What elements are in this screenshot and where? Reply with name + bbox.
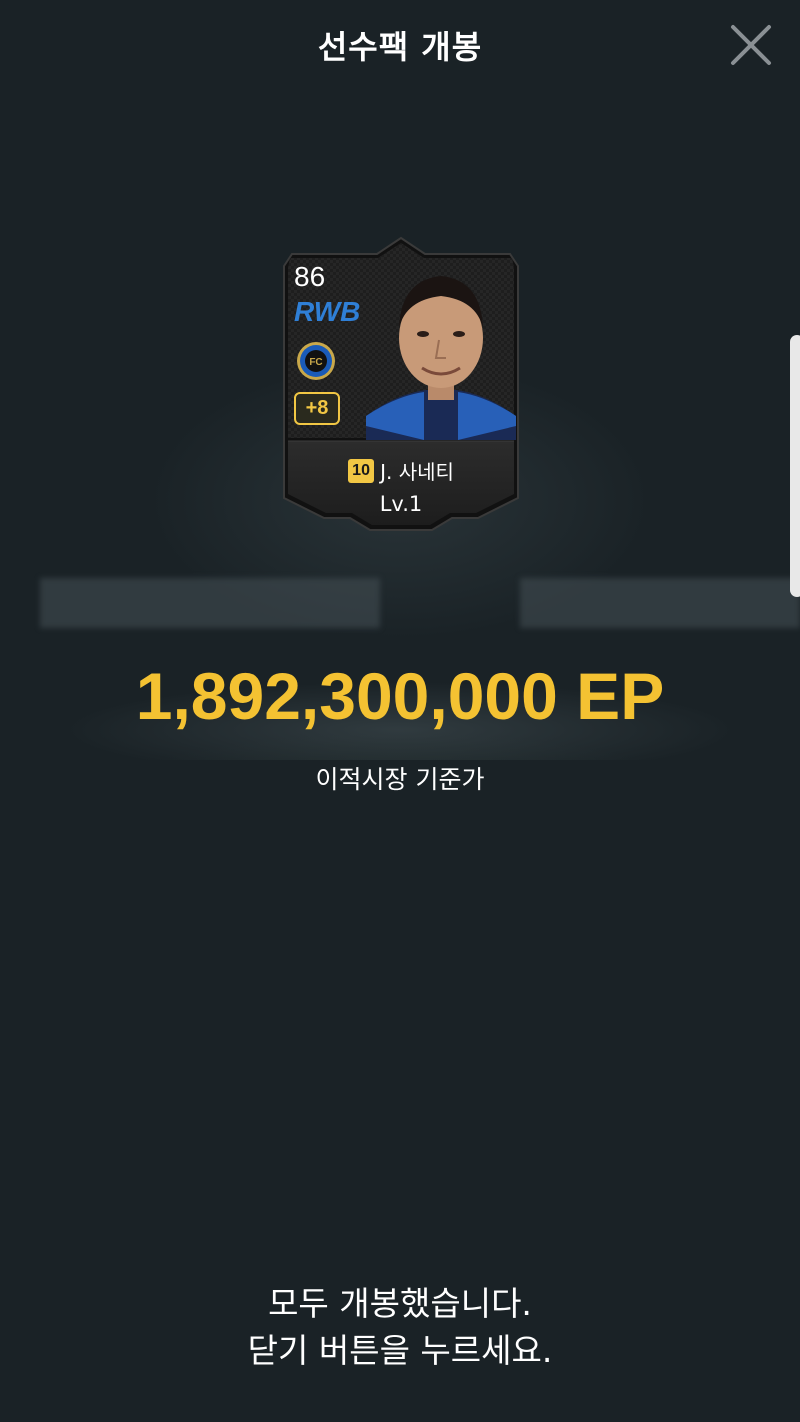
svg-text:FC: FC [309, 357, 322, 368]
inter-crest-icon: FC [297, 342, 335, 380]
card-overall-rating: 86 [294, 261, 326, 292]
scroll-handle[interactable] [790, 335, 800, 597]
close-button[interactable] [728, 22, 774, 68]
player-photo [366, 276, 516, 440]
enhance-level-badge: +8 [294, 392, 340, 425]
ad-board-left [40, 578, 380, 628]
completion-message-line2: 닫기 버튼을 누르세요. [247, 1331, 553, 1370]
completion-message: 모두 개봉했습니다. 닫기 버튼을 누르세요. [0, 1280, 800, 1374]
market-price: 1,892,300,000 EP [135, 659, 665, 733]
completion-message-line1: 모두 개봉했습니다. [268, 1284, 532, 1323]
season-badge: 10 [348, 458, 375, 483]
card-name-row: 10 J. 사네티 [282, 456, 520, 485]
close-icon [731, 25, 771, 65]
player-name: J. 사네티 [380, 460, 454, 484]
ad-board-right [520, 578, 800, 628]
market-price-caption: 이적시장 기준가 [315, 765, 485, 794]
player-level: Lv.1 [379, 492, 423, 516]
page-title: 선수팩 개봉 [317, 28, 483, 66]
card-position: RWB [294, 296, 361, 327]
player-card[interactable]: 86 RWB FC +8 10 J. 사네티 Lv.1 [282, 236, 520, 534]
